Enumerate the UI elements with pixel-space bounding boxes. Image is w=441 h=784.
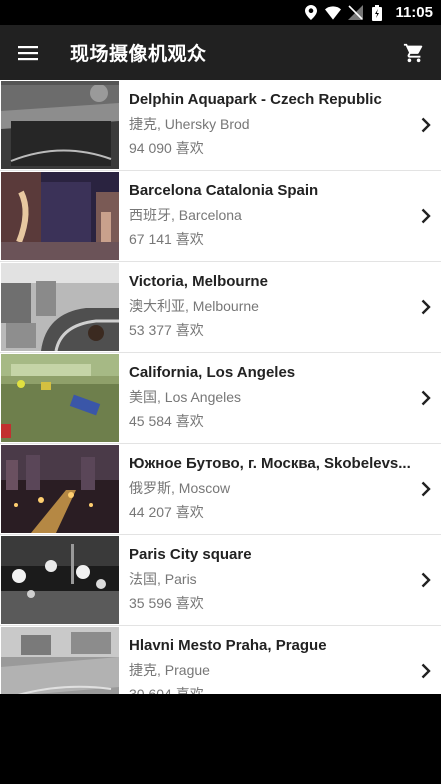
list-item[interactable]: Barcelona Catalonia Spain 西班牙, Barcelona…	[0, 171, 441, 262]
camera-name: Barcelona Catalonia Spain	[129, 182, 319, 199]
chevron-right-icon	[411, 444, 441, 534]
chevron-right-icon	[411, 171, 441, 261]
camera-location: 捷克, Prague	[129, 662, 210, 678]
camera-name: Victoria, Melbourne	[129, 273, 268, 290]
camera-location: 捷克, Uhersky Brod	[129, 116, 250, 132]
shopping-cart-icon	[403, 43, 423, 62]
list-item[interactable]: Южное Бутово, г. Москва, Skobelevs... 俄罗…	[0, 444, 441, 535]
page-title: 现场摄像机观众	[70, 44, 207, 65]
camera-thumbnail	[1, 263, 119, 351]
list-item[interactable]: California, Los Angeles 美国, Los Angeles …	[0, 353, 441, 444]
camera-thumbnail	[1, 172, 119, 260]
chevron-right-icon	[411, 535, 441, 625]
camera-likes: 35 596 喜欢	[129, 595, 204, 611]
list-item[interactable]: Victoria, Melbourne 澳大利亚, Melbourne 53 3…	[0, 262, 441, 353]
battery-icon	[369, 4, 385, 21]
navigation-bar-area	[0, 694, 441, 784]
camera-location: 西班牙, Barcelona	[129, 207, 242, 223]
wifi-icon	[325, 5, 342, 21]
chevron-right-icon	[411, 262, 441, 352]
camera-location: 美国, Los Angeles	[129, 389, 242, 405]
camera-name: Hlavni Mesto Praha, Prague	[129, 637, 327, 654]
camera-name: California, Los Angeles	[129, 364, 296, 381]
camera-thumbnail	[1, 81, 119, 169]
list-item[interactable]: Paris City square 法国, Paris 35 596 喜欢	[0, 535, 441, 626]
chevron-right-icon	[411, 626, 441, 694]
camera-list[interactable]: Delphin Aquapark - Czech Republic 捷克, Uh…	[0, 80, 441, 694]
menu-button[interactable]	[0, 25, 56, 80]
camera-thumbnail	[1, 354, 119, 442]
chevron-right-icon	[411, 80, 441, 170]
camera-name: Paris City square	[129, 546, 252, 563]
list-item[interactable]: Delphin Aquapark - Czech Republic 捷克, Uh…	[0, 80, 441, 171]
camera-thumbnail	[1, 627, 119, 694]
camera-location: 澳大利亚, Melbourne	[129, 298, 259, 314]
camera-thumbnail	[1, 445, 119, 533]
camera-likes: 94 090 喜欢	[129, 140, 204, 156]
camera-thumbnail	[1, 536, 119, 624]
camera-likes: 30 604 喜欢	[129, 686, 204, 694]
no-signal-icon	[347, 5, 363, 21]
camera-likes: 67 141 喜欢	[129, 231, 204, 247]
camera-name: Южное Бутово, г. Москва, Skobelevs...	[129, 455, 411, 472]
camera-likes: 53 377 喜欢	[129, 322, 204, 338]
camera-name: Delphin Aquapark - Czech Republic	[129, 91, 382, 108]
cart-button[interactable]	[387, 25, 441, 80]
camera-location: 俄罗斯, Moscow	[129, 480, 231, 496]
camera-likes: 44 207 喜欢	[129, 504, 204, 520]
camera-location: 法国, Paris	[129, 571, 197, 587]
chevron-right-icon	[411, 353, 441, 443]
camera-likes: 45 584 喜欢	[129, 413, 204, 429]
status-bar: 11:05	[0, 0, 441, 25]
app-toolbar: 现场摄像机观众	[0, 25, 441, 80]
location-icon	[303, 5, 319, 21]
list-item[interactable]: Hlavni Mesto Praha, Prague 捷克, Prague 30…	[0, 626, 441, 694]
status-time: 11:05	[395, 4, 433, 21]
hamburger-icon	[18, 45, 38, 60]
